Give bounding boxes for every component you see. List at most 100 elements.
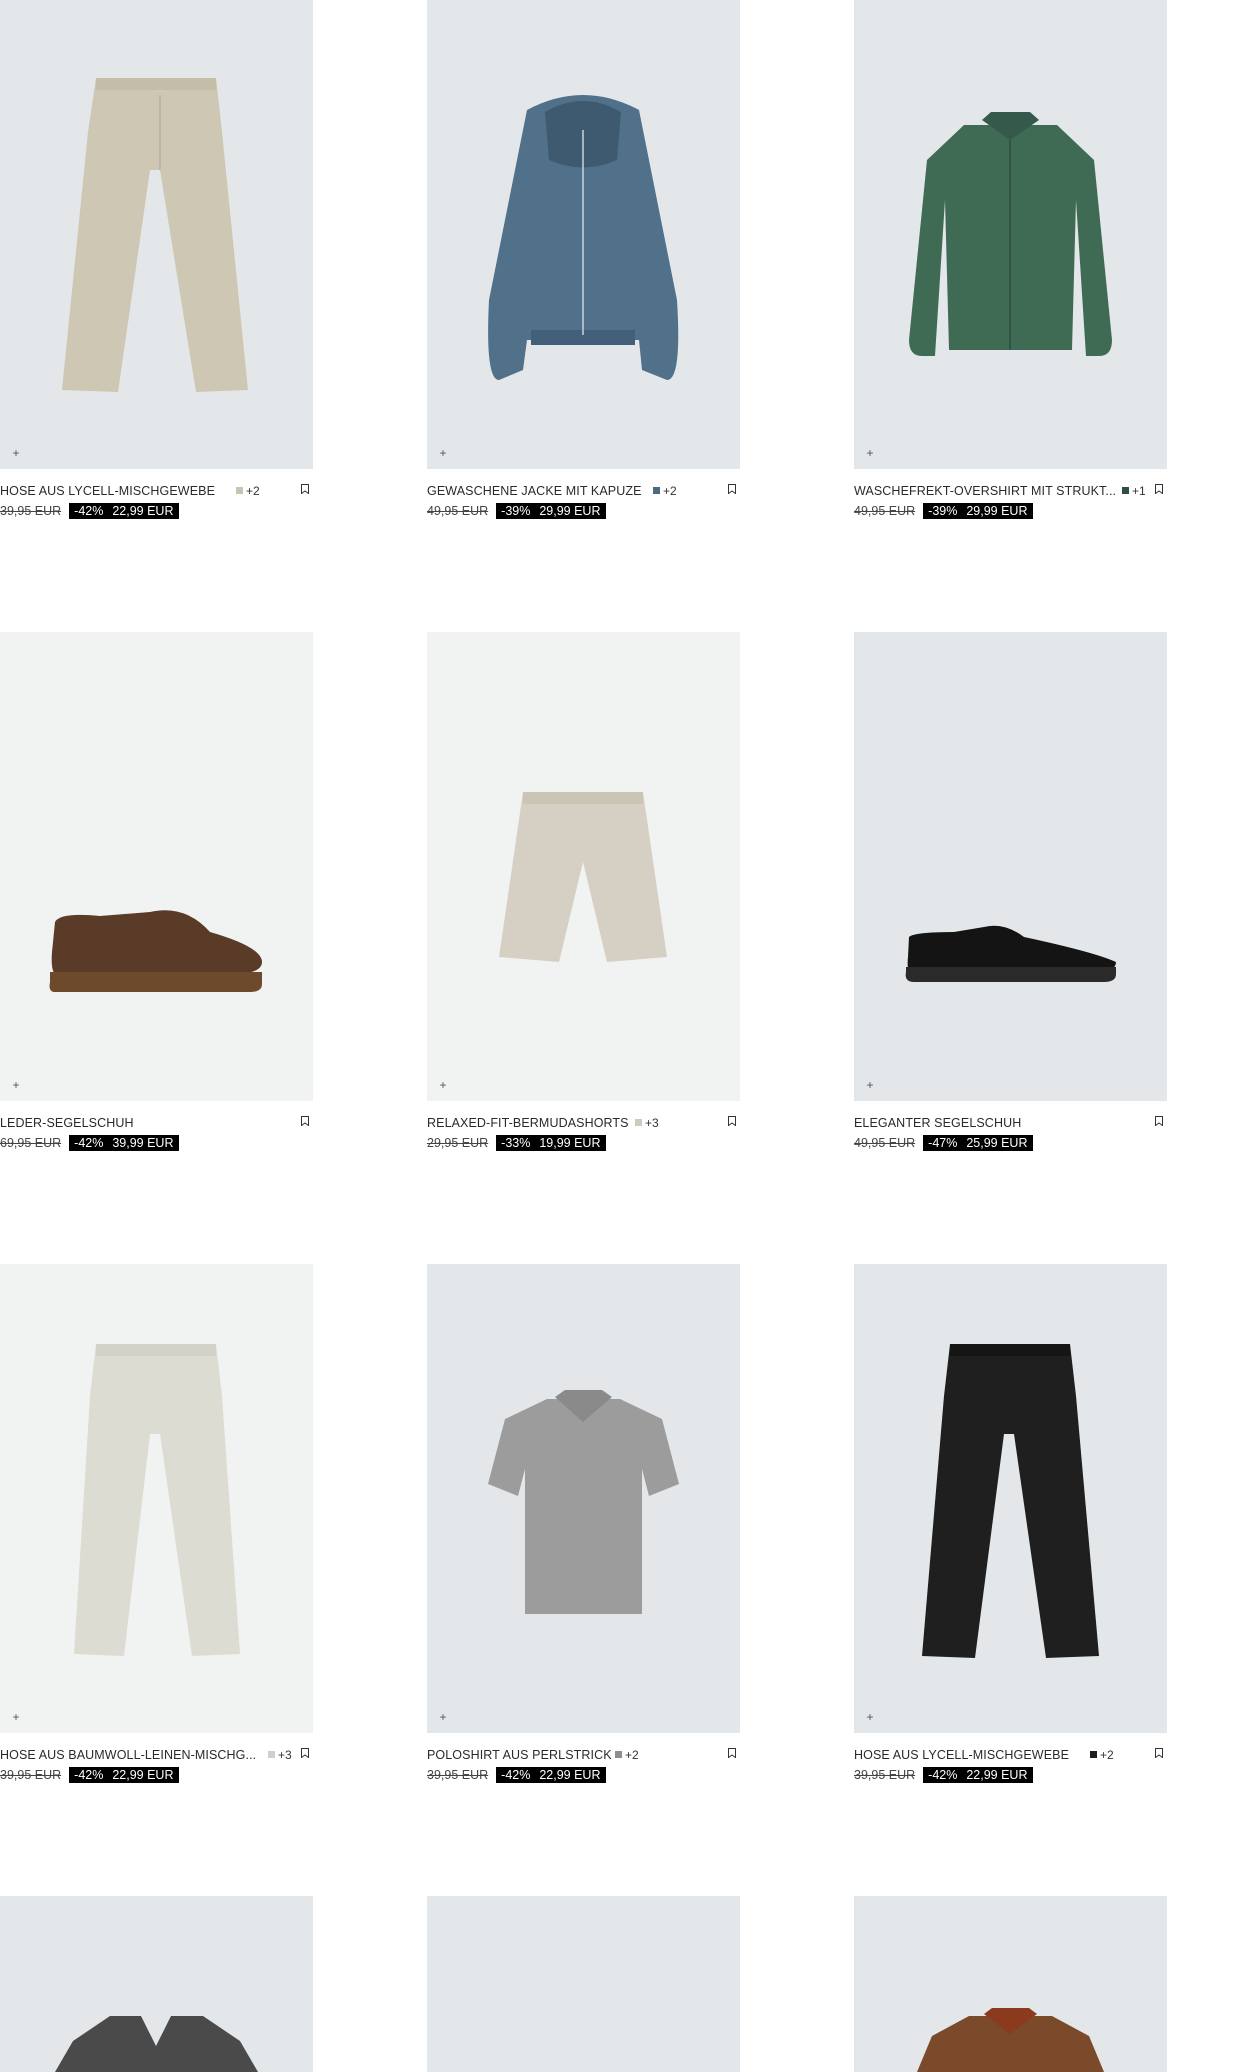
product-name[interactable]: HOSE AUS BAUMWOLL-LEINEN-MISCHG... xyxy=(0,1748,256,1762)
discount-badge: -39% xyxy=(923,503,963,519)
sale-price: 39,99 EUR xyxy=(104,1135,179,1151)
product-image[interactable]: + xyxy=(427,1264,740,1733)
product-card[interactable]: + HOSE AUS LYCELL-MISCHGEWEBE +2 39,95 E… xyxy=(0,0,313,519)
color-swatch[interactable]: +3 xyxy=(268,1748,292,1762)
bookmark-icon[interactable] xyxy=(301,1748,309,1758)
swatch-color xyxy=(1122,487,1129,494)
add-icon[interactable]: + xyxy=(864,1711,876,1723)
sale-price: 29,99 EUR xyxy=(958,503,1033,519)
bookmark-icon[interactable] xyxy=(728,1116,736,1126)
product-card[interactable]: + POLOSHIRT AUS PERLSTRICK +2 39,95 EUR -… xyxy=(427,1264,740,1783)
add-icon[interactable]: + xyxy=(10,1079,22,1091)
discount-badge: -47% xyxy=(923,1135,963,1151)
product-name[interactable]: RELAXED-FIT-BERMUDASHORTS xyxy=(427,1116,629,1130)
product-image[interactable]: + xyxy=(854,632,1167,1101)
swatch-color xyxy=(635,1119,642,1126)
color-swatch[interactable]: +2 xyxy=(615,1748,639,1762)
bookmark-icon[interactable] xyxy=(728,484,736,494)
swatch-color xyxy=(615,1751,622,1758)
product-image[interactable]: + xyxy=(427,0,740,469)
sale-price: 25,99 EUR xyxy=(958,1135,1033,1151)
old-price: 39,95 EUR xyxy=(427,1768,489,1782)
old-price: 39,95 EUR xyxy=(0,504,62,518)
product-card[interactable] xyxy=(0,1896,313,2072)
discount-badge: -42% xyxy=(69,503,109,519)
discount-badge: -42% xyxy=(923,1767,963,1783)
product-name[interactable]: LEDER-SEGELSCHUH xyxy=(0,1116,134,1130)
product-name[interactable]: GEWASCHENE JACKE MIT KAPUZE xyxy=(427,484,642,498)
price-row: 39,95 EUR -42% 22,99 EUR xyxy=(854,1767,1033,1783)
product-image[interactable]: + xyxy=(854,1264,1167,1733)
product-card[interactable]: + GEWASCHENE JACKE MIT KAPUZE +2 49,95 E… xyxy=(427,0,740,519)
product-name[interactable]: POLOSHIRT AUS PERLSTRICK xyxy=(427,1748,612,1762)
swatch-color xyxy=(1090,1751,1097,1758)
product-name[interactable]: ELEGANTER SEGELSCHUH xyxy=(854,1116,1021,1130)
color-swatch[interactable]: +2 xyxy=(653,484,677,498)
old-price: 39,95 EUR xyxy=(854,1768,916,1782)
product-card[interactable]: + HOSE AUS BAUMWOLL-LEINEN-MISCHG... +3 … xyxy=(0,1264,313,1783)
old-price: 49,95 EUR xyxy=(854,1136,916,1150)
color-swatch[interactable]: +2 xyxy=(1090,1748,1114,1762)
product-name[interactable]: HOSE AUS LYCELL-MISCHGEWEBE xyxy=(0,484,215,498)
price-row: 49,95 EUR -47% 25,99 EUR xyxy=(854,1135,1033,1151)
product-card[interactable] xyxy=(427,1896,740,2072)
swatch-color xyxy=(236,487,243,494)
sale-price: 29,99 EUR xyxy=(531,503,606,519)
bookmark-icon[interactable] xyxy=(1155,484,1163,494)
sale-price: 22,99 EUR xyxy=(958,1767,1033,1783)
product-image[interactable]: + xyxy=(854,0,1167,469)
sale-price: 22,99 EUR xyxy=(531,1767,606,1783)
product-name[interactable]: WASCHEFREKT-OVERSHIRT MIT STRUKT... xyxy=(854,484,1116,498)
product-image[interactable] xyxy=(854,1896,1167,2072)
price-row: 49,95 EUR -39% 29,99 EUR xyxy=(427,503,606,519)
discount-badge: -42% xyxy=(69,1767,109,1783)
product-card[interactable]: + HOSE AUS LYCELL-MISCHGEWEBE +2 39,95 E… xyxy=(854,1264,1167,1783)
price-row: 49,95 EUR -39% 29,99 EUR xyxy=(854,503,1033,519)
product-card[interactable]: + LEDER-SEGELSCHUH 69,95 EUR -42% 39,99 EU… xyxy=(0,632,313,1151)
product-image[interactable] xyxy=(0,1896,313,2072)
discount-badge: -42% xyxy=(496,1767,536,1783)
product-card[interactable] xyxy=(854,1896,1167,2072)
old-price: 49,95 EUR xyxy=(854,504,916,518)
bookmark-icon[interactable] xyxy=(301,484,309,494)
product-image[interactable]: + xyxy=(0,632,313,1101)
swatch-color xyxy=(268,1751,275,1758)
bookmark-icon[interactable] xyxy=(728,1748,736,1758)
sale-price: 19,99 EUR xyxy=(531,1135,606,1151)
old-price: 39,95 EUR xyxy=(0,1768,62,1782)
discount-badge: -39% xyxy=(496,503,536,519)
add-icon[interactable]: + xyxy=(437,1711,449,1723)
product-image[interactable]: + xyxy=(0,0,313,469)
product-card[interactable]: + WASCHEFREKT-OVERSHIRT MIT STRUKT... +1… xyxy=(854,0,1167,519)
discount-badge: -42% xyxy=(69,1135,109,1151)
product-card[interactable]: + ELEGANTER SEGELSCHUH 49,95 EUR -47% 25,9… xyxy=(854,632,1167,1151)
color-swatch[interactable]: +3 xyxy=(635,1116,659,1130)
product-card[interactable]: + RELAXED-FIT-BERMUDASHORTS +3 29,95 EUR… xyxy=(427,632,740,1151)
sale-price: 22,99 EUR xyxy=(104,1767,179,1783)
product-name[interactable]: HOSE AUS LYCELL-MISCHGEWEBE xyxy=(854,1748,1069,1762)
bookmark-icon[interactable] xyxy=(1155,1116,1163,1126)
product-image[interactable] xyxy=(427,1896,740,2072)
color-swatch[interactable]: +1 xyxy=(1122,484,1146,498)
add-icon[interactable]: + xyxy=(10,1711,22,1723)
discount-badge: -33% xyxy=(496,1135,536,1151)
price-row: 69,95 EUR -42% 39,99 EUR xyxy=(0,1135,179,1151)
bookmark-icon[interactable] xyxy=(301,1116,309,1126)
add-icon[interactable]: + xyxy=(864,1079,876,1091)
price-row: 39,95 EUR -42% 22,99 EUR xyxy=(0,503,179,519)
add-icon[interactable]: + xyxy=(437,447,449,459)
price-row: 29,95 EUR -33% 19,99 EUR xyxy=(427,1135,606,1151)
add-icon[interactable]: + xyxy=(437,1079,449,1091)
product-image[interactable]: + xyxy=(427,632,740,1101)
color-swatch[interactable]: +2 xyxy=(236,484,260,498)
old-price: 69,95 EUR xyxy=(0,1136,62,1150)
add-icon[interactable]: + xyxy=(864,447,876,459)
old-price: 29,95 EUR xyxy=(427,1136,489,1150)
product-image[interactable]: + xyxy=(0,1264,313,1733)
price-row: 39,95 EUR -42% 22,99 EUR xyxy=(0,1767,179,1783)
add-icon[interactable]: + xyxy=(10,447,22,459)
bookmark-icon[interactable] xyxy=(1155,1748,1163,1758)
old-price: 49,95 EUR xyxy=(427,504,489,518)
swatch-color xyxy=(653,487,660,494)
sale-price: 22,99 EUR xyxy=(104,503,179,519)
